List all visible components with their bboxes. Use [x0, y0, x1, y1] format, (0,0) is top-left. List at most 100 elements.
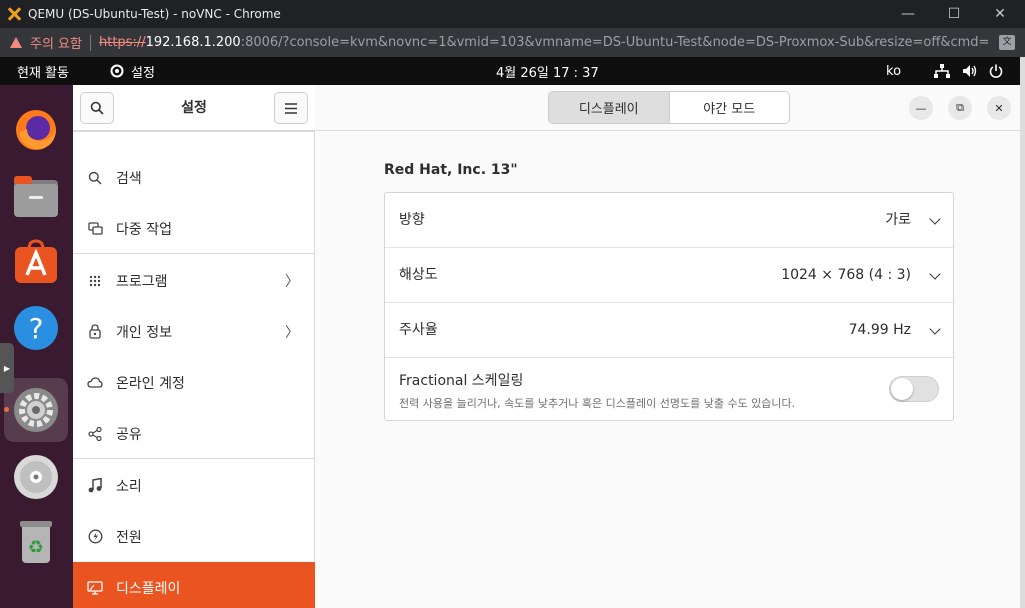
browser-close-button[interactable]: ✕	[977, 0, 1023, 28]
sidebar-item-label: 온라인 계정	[116, 375, 185, 392]
chevron-down-icon[interactable]	[929, 323, 941, 335]
orientation-row[interactable]: 방향 가로	[385, 193, 953, 248]
tab-display[interactable]: 디스플레이	[549, 92, 670, 123]
search-button[interactable]	[80, 92, 114, 124]
settings-window: 설정 검색 다중 작업 프로그램 〉 개인 정보 〉 온라인 계정 공유 소리 …	[73, 85, 1020, 608]
toggle-knob	[891, 378, 913, 400]
novnc-control-handle[interactable]: ▶	[0, 343, 14, 393]
app-menu-button[interactable]: 설정	[109, 57, 155, 85]
window-close-button[interactable]: ✕	[987, 96, 1011, 120]
sidebar-item-apps[interactable]: 프로그램 〉	[73, 255, 315, 306]
chevron-down-icon[interactable]	[929, 213, 941, 225]
gear-icon	[110, 64, 124, 78]
trash-icon[interactable]: ♻	[4, 510, 68, 574]
tab-night-mode[interactable]: 야간 모드	[669, 92, 789, 123]
sidebar-header: 설정	[73, 85, 315, 131]
sidebar-item-display[interactable]: 디스플레이	[73, 562, 315, 608]
activities-button[interactable]: 현재 활동	[17, 57, 69, 85]
sidebar-divider	[73, 458, 315, 459]
chevron-right-icon: 〉	[285, 273, 299, 290]
software-icon[interactable]	[4, 230, 68, 294]
refresh-rate-value[interactable]: 74.99 Hz	[849, 303, 911, 358]
refresh-rate-row[interactable]: 주사율 74.99 Hz	[385, 303, 953, 358]
url-scheme[interactable]: https://	[99, 35, 146, 50]
fractional-scaling-row: Fractional 스케일링 전력 사용을 늘리거나, 속도를 낮추거나 혹은…	[385, 358, 953, 420]
sidebar-item-search[interactable]: 검색	[73, 152, 315, 203]
resolution-label: 해상도	[399, 267, 438, 283]
display-icon	[87, 580, 103, 596]
cloud-icon	[87, 375, 103, 391]
sidebar-item-online-accounts[interactable]: 온라인 계정	[73, 357, 315, 408]
fractional-scaling-toggle[interactable]	[889, 376, 939, 402]
browser-maximize-button[interactable]: ☐	[931, 0, 977, 28]
sidebar-item-label: 공유	[116, 426, 142, 443]
input-method-indicator[interactable]: ko	[886, 57, 901, 85]
sidebar-item-privacy[interactable]: 개인 정보 〉	[73, 306, 315, 357]
share-icon	[87, 426, 103, 442]
sidebar-title: 설정	[181, 100, 207, 116]
firefox-icon[interactable]	[4, 98, 68, 162]
fractional-scaling-description: 전력 사용을 늘리거나, 속도를 낮추거나 혹은 디스플레이 선명도를 낮출 수…	[399, 397, 796, 410]
fractional-scaling-label: Fractional 스케일링	[399, 373, 524, 389]
sidebar-item-label: 다중 작업	[116, 221, 172, 238]
lock-icon	[87, 324, 103, 340]
power-icon	[87, 529, 103, 545]
address-separator	[89, 34, 91, 51]
window-minimize-button[interactable]: —	[909, 96, 933, 120]
ubuntu-top-bar: 현재 활동 설정 4월 26일 17 : 37 ko	[0, 57, 1020, 85]
url-path[interactable]: :8006/?console=kvm&novnc=1&vmid=103&vmna…	[241, 35, 990, 50]
hamburger-icon	[285, 102, 297, 114]
orientation-label: 방향	[399, 212, 425, 228]
window-title: QEMU (DS-Ubuntu-Test) - noVNC - Chrome	[28, 7, 281, 21]
window-restore-button[interactable]: ⧉	[948, 96, 972, 120]
monitor-name: Red Hat, Inc. 13"	[384, 162, 518, 178]
sidebar-divider	[73, 253, 315, 254]
page-scrollbar[interactable]	[1020, 57, 1025, 608]
sidebar-item-label: 개인 정보	[116, 324, 172, 341]
sidebar-item-sharing[interactable]: 공유	[73, 408, 315, 459]
sidebar-item-multitasking[interactable]: 다중 작업	[73, 203, 315, 254]
chevron-down-icon[interactable]	[929, 268, 941, 280]
network-icon[interactable]	[934, 57, 950, 85]
orientation-value[interactable]: 가로	[885, 193, 911, 248]
sidebar-item-power[interactable]: 전원	[73, 511, 315, 562]
warning-icon[interactable]	[10, 37, 22, 48]
qemu-logo-icon	[6, 6, 22, 22]
view-switcher[interactable]: 디스플레이 야간 모드	[548, 91, 790, 124]
browser-minimize-button[interactable]: —	[885, 0, 931, 28]
multitasking-icon	[87, 221, 103, 237]
apps-grid-icon	[87, 273, 103, 289]
svg-text:♻: ♻	[28, 537, 44, 558]
refresh-rate-label: 주사율	[399, 322, 438, 338]
svg-text:?: ?	[29, 312, 44, 345]
chevron-right-icon: 〉	[285, 324, 299, 341]
sidebar-list[interactable]: 검색 다중 작업 프로그램 〉 개인 정보 〉 온라인 계정 공유 소리 전원 …	[73, 131, 315, 608]
resolution-row[interactable]: 해상도 1024 × 768 (4 : 3)	[385, 248, 953, 303]
browser-title-bar: QEMU (DS-Ubuntu-Test) - noVNC - Chrome —…	[0, 0, 1025, 28]
cd-icon[interactable]	[4, 445, 68, 509]
main-header: 디스플레이 야간 모드 — ⧉ ✕	[316, 85, 1020, 131]
display-settings-panel: Red Hat, Inc. 13" 방향 가로 해상도 1024 × 768 (…	[316, 132, 1020, 608]
power-menu-icon[interactable]	[989, 57, 1003, 85]
translate-icon[interactable]: 文	[999, 35, 1015, 50]
sidebar-item-sound[interactable]: 소리	[73, 460, 315, 511]
sidebar-item-label: 프로그램	[116, 273, 168, 290]
url-host[interactable]: 192.168.1.200	[146, 35, 241, 50]
music-note-icon	[87, 478, 103, 494]
search-icon	[87, 170, 103, 186]
address-bar[interactable]: 주의 요함 https:// 192.168.1.200 :8006/?cons…	[0, 28, 1025, 57]
clock[interactable]: 4월 26일 17 : 37	[496, 57, 599, 85]
resolution-value[interactable]: 1024 × 768 (4 : 3)	[781, 248, 911, 303]
sidebar-scroll-edge	[73, 131, 315, 132]
security-warning-label[interactable]: 주의 요함	[30, 33, 82, 52]
menu-button[interactable]	[274, 92, 308, 124]
sidebar-item-label: 전원	[116, 529, 142, 546]
volume-icon[interactable]	[962, 57, 978, 85]
sidebar-item-label: 소리	[116, 478, 142, 495]
app-menu-label: 설정	[131, 65, 155, 81]
files-icon[interactable]	[4, 165, 68, 229]
settings-sidebar: 설정 검색 다중 작업 프로그램 〉 개인 정보 〉 온라인 계정 공유 소리 …	[73, 85, 315, 608]
sidebar-item-label: 검색	[116, 170, 142, 187]
sidebar-item-label: 디스플레이	[116, 580, 181, 597]
display-options-list: 방향 가로 해상도 1024 × 768 (4 : 3) 주사율 74.99 H…	[384, 192, 954, 421]
